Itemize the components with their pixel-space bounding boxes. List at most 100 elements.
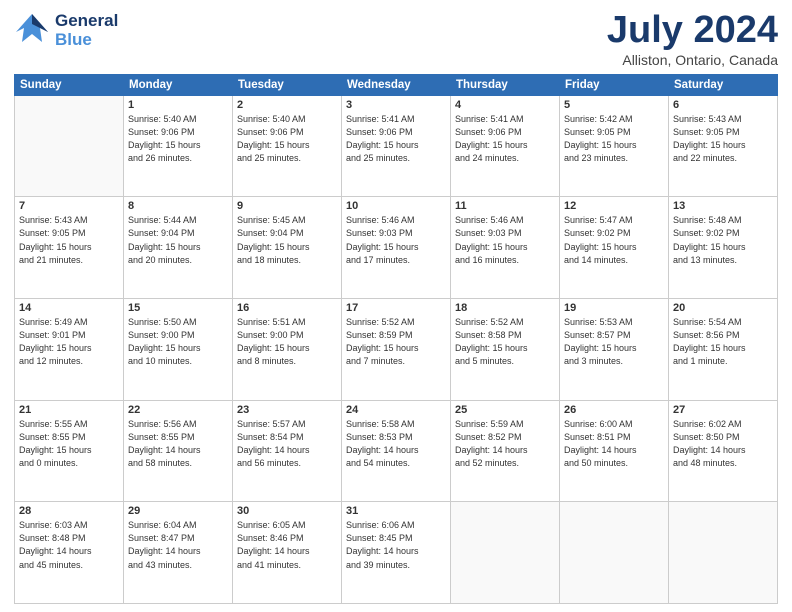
day-info: Sunrise: 6:04 AMSunset: 8:47 PMDaylight:… bbox=[128, 519, 228, 571]
calendar-day-cell: 6 Sunrise: 5:43 AMSunset: 9:05 PMDaylight… bbox=[669, 95, 778, 197]
weekday-header: Thursday bbox=[451, 74, 560, 95]
calendar-day-cell bbox=[560, 502, 669, 604]
title-block: July 2024 Alliston, Ontario, Canada bbox=[607, 10, 778, 68]
day-info: Sunrise: 5:43 AMSunset: 9:05 PMDaylight:… bbox=[673, 113, 773, 165]
day-number: 11 bbox=[455, 200, 555, 212]
calendar-day-cell: 2 Sunrise: 5:40 AMSunset: 9:06 PMDaylight… bbox=[233, 95, 342, 197]
calendar-day-cell: 25 Sunrise: 5:59 AMSunset: 8:52 PMDayligh… bbox=[451, 400, 560, 502]
calendar-week-row: 14Sunrise: 5:49 AMSunset: 9:01 PMDayligh… bbox=[15, 299, 778, 401]
day-number: 28 bbox=[19, 505, 119, 517]
calendar-day-cell: 19 Sunrise: 5:53 AMSunset: 8:57 PMDayligh… bbox=[560, 299, 669, 401]
calendar-day-cell: 8Sunrise: 5:44 AMSunset: 9:04 PMDaylight… bbox=[124, 197, 233, 299]
calendar-day-cell: 29 Sunrise: 6:04 AMSunset: 8:47 PMDayligh… bbox=[124, 502, 233, 604]
day-number: 8 bbox=[128, 200, 228, 212]
day-info: Sunrise: 5:46 AMSunset: 9:03 PMDaylight:… bbox=[455, 214, 555, 266]
day-number: 20 bbox=[673, 302, 773, 314]
calendar-day-cell: 11 Sunrise: 5:46 AMSunset: 9:03 PMDayligh… bbox=[451, 197, 560, 299]
day-info: Sunrise: 6:03 AMSunset: 8:48 PMDaylight:… bbox=[19, 519, 119, 571]
calendar-day-cell bbox=[451, 502, 560, 604]
calendar-day-cell: 21Sunrise: 5:55 AMSunset: 8:55 PMDayligh… bbox=[15, 400, 124, 502]
day-info: Sunrise: 5:48 AMSunset: 9:02 PMDaylight:… bbox=[673, 214, 773, 266]
day-number: 29 bbox=[128, 505, 228, 517]
day-info: Sunrise: 5:47 AMSunset: 9:02 PMDaylight:… bbox=[564, 214, 664, 266]
day-info: Sunrise: 5:52 AMSunset: 8:58 PMDaylight:… bbox=[455, 316, 555, 368]
day-info: Sunrise: 5:54 AMSunset: 8:56 PMDaylight:… bbox=[673, 316, 773, 368]
calendar-day-cell: 1 Sunrise: 5:40 AMSunset: 9:06 PMDaylight… bbox=[124, 95, 233, 197]
page: General Blue July 2024 Alliston, Ontario… bbox=[0, 0, 792, 612]
day-number: 21 bbox=[19, 404, 119, 416]
calendar-week-row: 1 Sunrise: 5:40 AMSunset: 9:06 PMDaylight… bbox=[15, 95, 778, 197]
calendar-day-cell: 17 Sunrise: 5:52 AMSunset: 8:59 PMDayligh… bbox=[342, 299, 451, 401]
day-info: Sunrise: 5:59 AMSunset: 8:52 PMDaylight:… bbox=[455, 418, 555, 470]
day-number: 12 bbox=[564, 200, 664, 212]
day-number: 27 bbox=[673, 404, 773, 416]
day-info: Sunrise: 5:40 AMSunset: 9:06 PMDaylight:… bbox=[237, 113, 337, 165]
day-number: 23 bbox=[237, 404, 337, 416]
calendar-day-cell: 7Sunrise: 5:43 AMSunset: 9:05 PMDaylight… bbox=[15, 197, 124, 299]
calendar-day-cell: 5 Sunrise: 5:42 AMSunset: 9:05 PMDaylight… bbox=[560, 95, 669, 197]
day-info: Sunrise: 6:06 AMSunset: 8:45 PMDaylight:… bbox=[346, 519, 446, 571]
logo-name: General Blue bbox=[55, 12, 118, 49]
day-info: Sunrise: 6:02 AMSunset: 8:50 PMDaylight:… bbox=[673, 418, 773, 470]
day-number: 30 bbox=[237, 505, 337, 517]
calendar-day-cell: 30 Sunrise: 6:05 AMSunset: 8:46 PMDayligh… bbox=[233, 502, 342, 604]
day-number: 14 bbox=[19, 302, 119, 314]
calendar-day-cell: 15 Sunrise: 5:50 AMSunset: 9:00 PMDayligh… bbox=[124, 299, 233, 401]
calendar-day-cell: 22Sunrise: 5:56 AMSunset: 8:55 PMDayligh… bbox=[124, 400, 233, 502]
day-number: 24 bbox=[346, 404, 446, 416]
day-number: 15 bbox=[128, 302, 228, 314]
day-info: Sunrise: 6:00 AMSunset: 8:51 PMDaylight:… bbox=[564, 418, 664, 470]
calendar-day-cell: 13Sunrise: 5:48 AMSunset: 9:02 PMDayligh… bbox=[669, 197, 778, 299]
calendar-day-cell: 20 Sunrise: 5:54 AMSunset: 8:56 PMDayligh… bbox=[669, 299, 778, 401]
logo-bird-icon bbox=[14, 10, 50, 51]
day-info: Sunrise: 5:52 AMSunset: 8:59 PMDaylight:… bbox=[346, 316, 446, 368]
logo-general-text: General bbox=[55, 12, 118, 31]
calendar-day-cell: 31 Sunrise: 6:06 AMSunset: 8:45 PMDayligh… bbox=[342, 502, 451, 604]
location: Alliston, Ontario, Canada bbox=[607, 52, 778, 68]
day-number: 31 bbox=[346, 505, 446, 517]
logo-blue-text: Blue bbox=[55, 31, 118, 50]
day-number: 6 bbox=[673, 99, 773, 111]
day-number: 5 bbox=[564, 99, 664, 111]
calendar: SundayMondayTuesdayWednesdayThursdayFrid… bbox=[14, 74, 778, 604]
calendar-day-cell: 3 Sunrise: 5:41 AMSunset: 9:06 PMDaylight… bbox=[342, 95, 451, 197]
calendar-day-cell bbox=[669, 502, 778, 604]
day-info: Sunrise: 5:41 AMSunset: 9:06 PMDaylight:… bbox=[346, 113, 446, 165]
day-number: 2 bbox=[237, 99, 337, 111]
day-number: 9 bbox=[237, 200, 337, 212]
weekday-header: Sunday bbox=[15, 74, 124, 95]
weekday-header: Friday bbox=[560, 74, 669, 95]
month-title: July 2024 bbox=[607, 10, 778, 52]
logo: General Blue bbox=[14, 10, 118, 51]
day-info: Sunrise: 5:40 AMSunset: 9:06 PMDaylight:… bbox=[128, 113, 228, 165]
day-info: Sunrise: 5:50 AMSunset: 9:00 PMDaylight:… bbox=[128, 316, 228, 368]
day-info: Sunrise: 5:58 AMSunset: 8:53 PMDaylight:… bbox=[346, 418, 446, 470]
day-number: 17 bbox=[346, 302, 446, 314]
day-number: 1 bbox=[128, 99, 228, 111]
weekday-header: Wednesday bbox=[342, 74, 451, 95]
weekday-header: Monday bbox=[124, 74, 233, 95]
day-info: Sunrise: 5:42 AMSunset: 9:05 PMDaylight:… bbox=[564, 113, 664, 165]
calendar-week-row: 28 Sunrise: 6:03 AMSunset: 8:48 PMDayligh… bbox=[15, 502, 778, 604]
day-info: Sunrise: 5:41 AMSunset: 9:06 PMDaylight:… bbox=[455, 113, 555, 165]
calendar-day-cell: 23 Sunrise: 5:57 AMSunset: 8:54 PMDayligh… bbox=[233, 400, 342, 502]
day-number: 19 bbox=[564, 302, 664, 314]
day-info: Sunrise: 5:57 AMSunset: 8:54 PMDaylight:… bbox=[237, 418, 337, 470]
calendar-day-cell: 12 Sunrise: 5:47 AMSunset: 9:02 PMDayligh… bbox=[560, 197, 669, 299]
calendar-day-cell: 14Sunrise: 5:49 AMSunset: 9:01 PMDayligh… bbox=[15, 299, 124, 401]
day-number: 3 bbox=[346, 99, 446, 111]
calendar-day-cell: 9 Sunrise: 5:45 AMSunset: 9:04 PMDaylight… bbox=[233, 197, 342, 299]
calendar-day-cell: 4Sunrise: 5:41 AMSunset: 9:06 PMDaylight… bbox=[451, 95, 560, 197]
day-info: Sunrise: 5:43 AMSunset: 9:05 PMDaylight:… bbox=[19, 214, 119, 266]
day-info: Sunrise: 5:51 AMSunset: 9:00 PMDaylight:… bbox=[237, 316, 337, 368]
calendar-day-cell: 26Sunrise: 6:00 AMSunset: 8:51 PMDayligh… bbox=[560, 400, 669, 502]
day-info: Sunrise: 5:46 AMSunset: 9:03 PMDaylight:… bbox=[346, 214, 446, 266]
day-number: 18 bbox=[455, 302, 555, 314]
day-info: Sunrise: 5:53 AMSunset: 8:57 PMDaylight:… bbox=[564, 316, 664, 368]
weekday-header: Saturday bbox=[669, 74, 778, 95]
day-number: 10 bbox=[346, 200, 446, 212]
day-info: Sunrise: 6:05 AMSunset: 8:46 PMDaylight:… bbox=[237, 519, 337, 571]
day-info: Sunrise: 5:45 AMSunset: 9:04 PMDaylight:… bbox=[237, 214, 337, 266]
day-number: 25 bbox=[455, 404, 555, 416]
day-number: 22 bbox=[128, 404, 228, 416]
